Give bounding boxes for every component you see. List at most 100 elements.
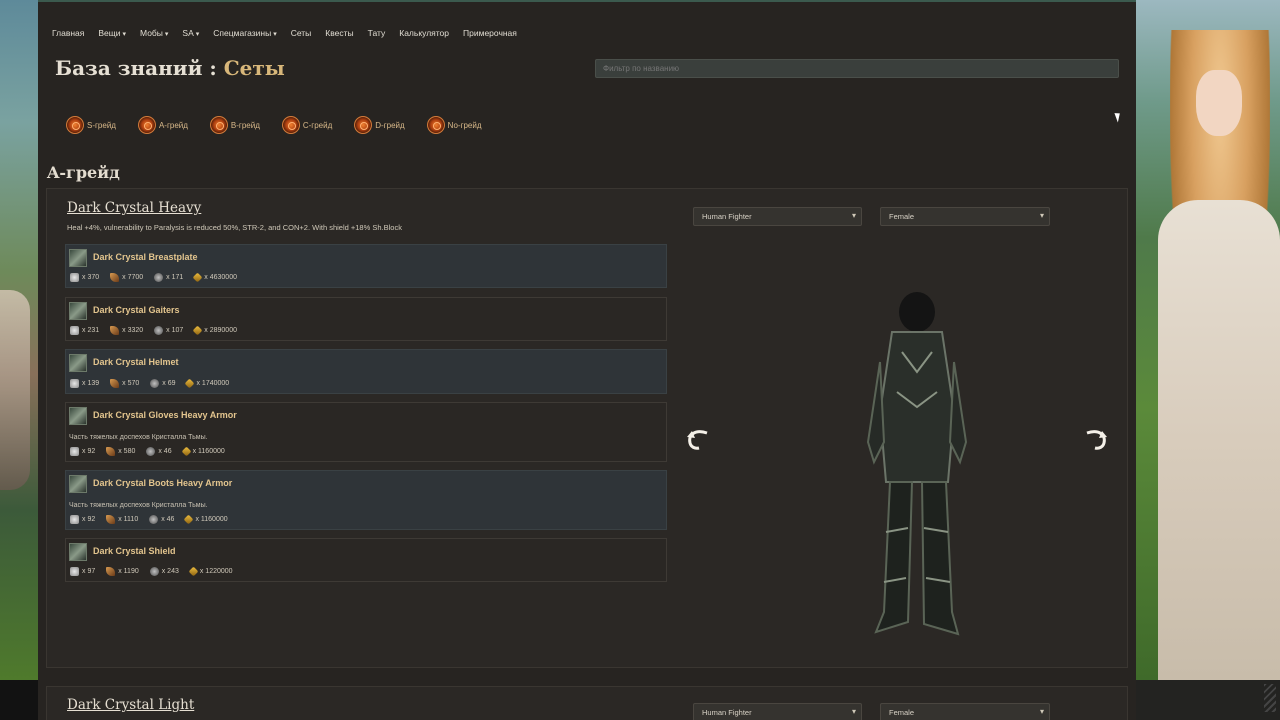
adena-icon [188, 566, 199, 577]
gloves-icon [69, 407, 87, 425]
material-icon [110, 326, 120, 335]
item-resources: x 231 x 3320 x 107 x 2890000 [70, 325, 248, 336]
material-icon [70, 447, 79, 456]
material-icon [106, 515, 116, 524]
list-item: Dark Crystal Helmet x 139 x 570 x 69 x 1… [65, 349, 667, 394]
material-icon [154, 326, 164, 335]
grade-icon [426, 116, 445, 134]
list-item: Dark Crystal Gloves Heavy Armor Часть тя… [65, 402, 667, 462]
nav-item-calculator[interactable]: Калькулятор [399, 28, 449, 38]
material-icon [106, 447, 116, 456]
chevron-down-icon: ▾ [1039, 707, 1044, 716]
adena-icon [192, 272, 203, 283]
grade-icon [137, 116, 156, 134]
material-icon [70, 379, 79, 388]
background-art-left [0, 0, 38, 680]
breastplate-icon [69, 249, 87, 267]
item-name[interactable]: Dark Crystal Boots Heavy Armor [93, 478, 232, 488]
nav-item-quests[interactable]: Квесты [325, 28, 353, 38]
race-select[interactable]: Human Fighter ▾ [693, 703, 862, 720]
bottom-bar-right [1136, 680, 1280, 720]
grade-tabs: S-грейд A-грейд B-грейд C-грейд D-грейд … [66, 116, 504, 134]
shield-icon [69, 543, 87, 561]
material-icon [70, 273, 79, 282]
set-card: Dark Crystal Light Human Fighter ▾ Female… [46, 686, 1128, 720]
filter-input[interactable] [595, 59, 1119, 78]
adena-icon [184, 514, 194, 525]
grade-icon [281, 116, 300, 134]
main-page: Главная Вещи ▾ Мобы ▾ SA ▾ Спецмагазины ▾ Се… [38, 0, 1136, 720]
background-art-right [1136, 0, 1280, 680]
material-icon [154, 273, 164, 282]
chevron-down-icon: ▾ [122, 31, 127, 38]
adena-icon [192, 325, 203, 336]
item-resources: x 92 x 1110 x 46 x 1160000 [70, 514, 239, 525]
list-item: Dark Crystal Shield x 97 x 1190 x 243 x … [65, 538, 667, 582]
material-icon [110, 273, 120, 282]
chevron-down-icon: ▾ [273, 31, 277, 38]
material-icon [70, 567, 79, 576]
item-resources: x 97 x 1190 x 243 x 1220000 [70, 566, 244, 577]
rotate-right-icon[interactable] [1081, 427, 1109, 459]
item-name[interactable]: Dark Crystal Gaiters [93, 305, 180, 315]
material-icon [106, 567, 116, 576]
gaiters-icon [69, 302, 87, 320]
item-name[interactable]: Dark Crystal Breastplate [93, 252, 198, 262]
race-select[interactable]: Human Fighter ▾ [693, 207, 862, 226]
item-description: Часть тяжелых доспехов Кристалла Тьмы. [69, 502, 208, 509]
adena-icon [185, 378, 195, 389]
resize-grip-icon [1264, 684, 1276, 712]
chevron-down-icon: ▾ [851, 211, 856, 220]
set-name-link[interactable]: Dark Crystal Light [67, 697, 194, 713]
chevron-down-icon: ▾ [851, 707, 856, 716]
material-icon [149, 567, 159, 576]
rotate-left-icon[interactable] [685, 427, 713, 459]
grade-icon [209, 116, 228, 134]
list-item: Dark Crystal Boots Heavy Armor Часть тяж… [65, 470, 667, 530]
top-nav: Главная Вещи ▾ Мобы ▾ SA ▾ Спецмагазины ▾ Се… [52, 28, 531, 38]
grade-icon [66, 116, 84, 134]
material-icon [149, 515, 159, 524]
nav-item-items[interactable]: Вещи ▾ [98, 28, 126, 38]
list-item: Dark Crystal Breastplate x 370 x 7700 x … [65, 244, 667, 288]
set-name-link[interactable]: Dark Crystal Heavy [67, 200, 201, 216]
item-name[interactable]: Dark Crystal Shield [93, 546, 176, 556]
item-description: Часть тяжелых доспехов Кристалла Тьмы. [69, 434, 208, 441]
character-model-preview[interactable] [862, 292, 972, 642]
grade-icon [354, 116, 373, 134]
item-name[interactable]: Dark Crystal Gloves Heavy Armor [93, 410, 237, 420]
section-title: A-грейд [47, 163, 120, 182]
grade-tab-b[interactable]: B-грейд [209, 116, 260, 134]
material-icon [150, 379, 160, 388]
grade-tab-c[interactable]: C-грейд [281, 116, 332, 134]
page-title: База знаний : Сеты [55, 56, 285, 80]
bottom-bar-left [0, 680, 38, 720]
nav-item-home[interactable]: Главная [52, 28, 84, 38]
chevron-down-icon: ▾ [195, 31, 200, 38]
grade-tab-a[interactable]: A-грейд [137, 116, 188, 134]
item-resources: x 92 x 580 x 46 x 1160000 [70, 446, 236, 457]
adena-icon [181, 446, 192, 457]
nav-item-sa[interactable]: SA ▾ [182, 28, 199, 38]
nav-item-special-shops[interactable]: Спецмагазины ▾ [213, 28, 276, 38]
item-resources: x 139 x 570 x 69 x 1740000 [70, 378, 240, 389]
list-item: Dark Crystal Gaiters x 231 x 3320 x 107 … [65, 297, 667, 341]
nav-item-mobs[interactable]: Мобы ▾ [140, 28, 168, 38]
material-icon [110, 379, 120, 388]
grade-tab-d[interactable]: D-грейд [354, 116, 405, 134]
helmet-icon [69, 354, 87, 372]
nav-item-sets[interactable]: Сеты [291, 28, 312, 38]
chevron-down-icon: ▾ [1039, 211, 1044, 220]
nav-item-fitting-room[interactable]: Примерочная [463, 28, 517, 38]
nav-item-tattoo[interactable]: Тату [368, 28, 386, 38]
grade-tab-s[interactable]: S-грейд [66, 116, 116, 134]
item-name[interactable]: Dark Crystal Helmet [93, 357, 179, 367]
grade-tab-no[interactable]: No-грейд [426, 116, 482, 134]
gender-select[interactable]: Female ▾ [880, 703, 1050, 720]
item-resources: x 370 x 7700 x 171 x 4630000 [70, 272, 248, 283]
material-icon [70, 515, 79, 524]
material-icon [70, 326, 79, 335]
boots-icon [69, 475, 87, 493]
set-description: Heal +4%, vulnerability to Paralysis is … [67, 223, 402, 232]
gender-select[interactable]: Female ▾ [880, 207, 1050, 226]
